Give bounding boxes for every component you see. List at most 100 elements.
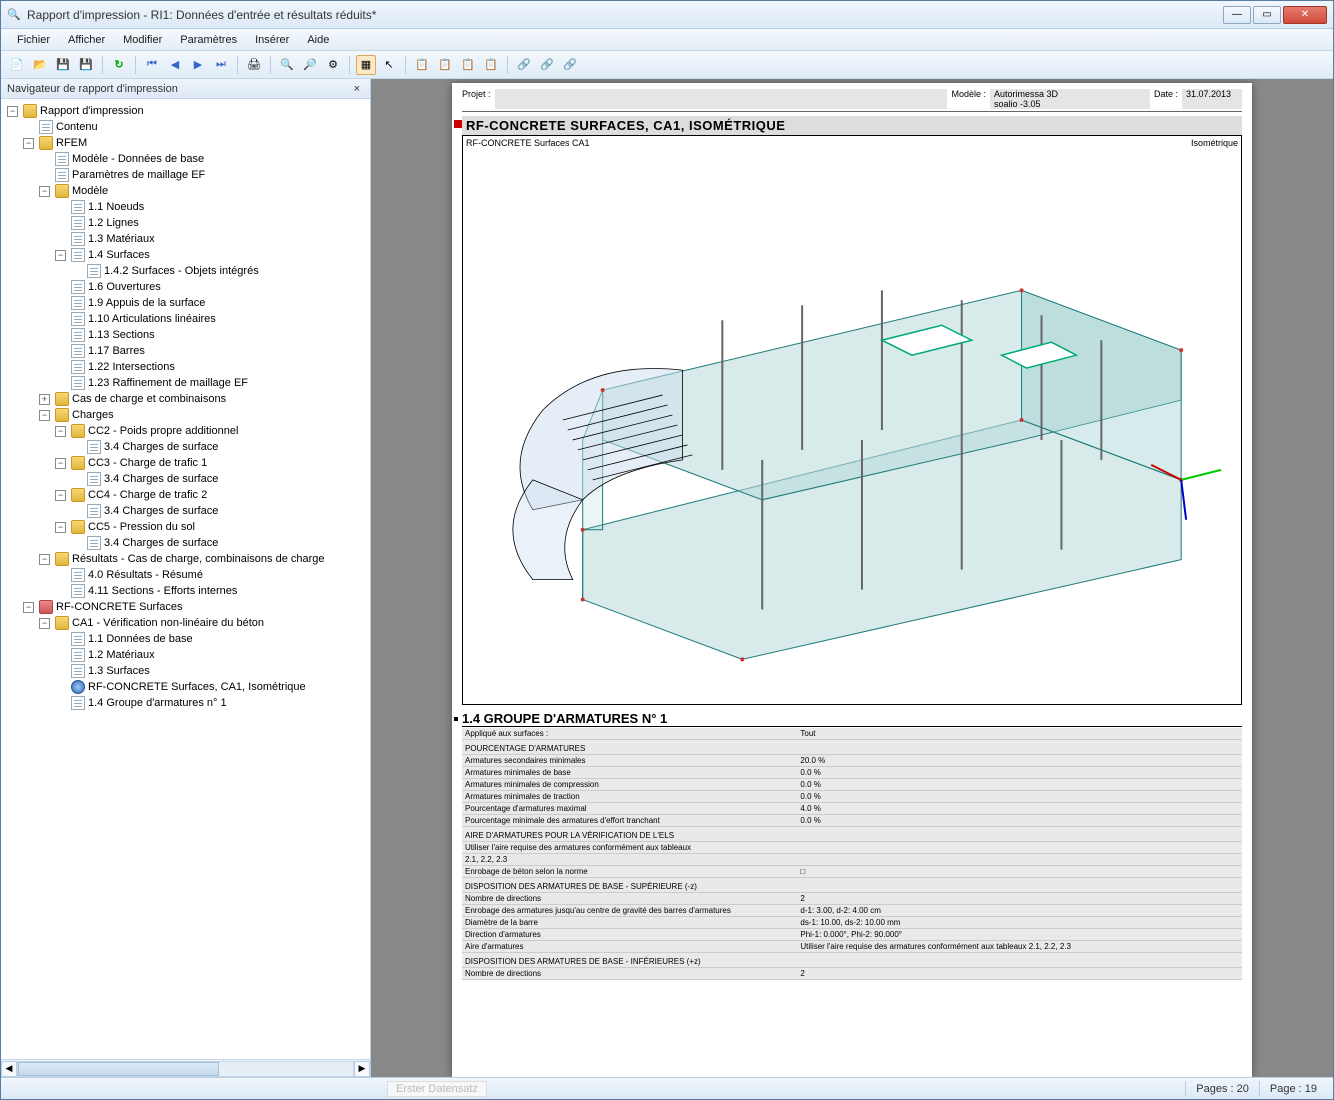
tree-res40[interactable]: 4.0 Résultats - Résumé xyxy=(53,567,368,583)
tree-resultats[interactable]: −Résultats - Cas de charge, combinaisons… xyxy=(37,551,368,567)
table-row: Nombre de directions2 xyxy=(462,968,1242,980)
scroll-right-icon[interactable]: ▶ xyxy=(354,1061,370,1077)
menu-modifier[interactable]: Modifier xyxy=(115,32,170,48)
tree-modele-base[interactable]: Modèle - Données de base xyxy=(37,151,368,167)
tree-modele[interactable]: −Modèle xyxy=(37,183,368,199)
red-marker-icon xyxy=(454,120,462,128)
nav-next-icon[interactable]: ▶ xyxy=(188,55,208,75)
tree-charges[interactable]: −Charges xyxy=(37,407,368,423)
tree-res411[interactable]: 4.11 Sections - Efforts internes xyxy=(53,583,368,599)
doc1-icon[interactable]: 📋 xyxy=(412,55,432,75)
aire-heading: AIRE D'ARMATURES POUR LA VÉRIFICATION DE… xyxy=(462,827,1242,842)
table-row: Armatures minimales de compression0.0 % xyxy=(462,779,1242,791)
titlebar: 🔍 Rapport d'impression - RI1: Données d'… xyxy=(1,1,1333,29)
saveall-icon[interactable]: 💾 xyxy=(76,55,96,75)
menu-aide[interactable]: Aide xyxy=(299,32,337,48)
statusbar: Erster Datensatz Pages : 20 Page : 19 xyxy=(1,1077,1333,1099)
tree-ca1-12[interactable]: 1.2 Matériaux xyxy=(53,647,368,663)
status-pages: Pages : 20 xyxy=(1185,1081,1259,1097)
tree-intersections[interactable]: 1.22 Intersections xyxy=(53,359,368,375)
window-title: Rapport d'impression - RI1: Données d'en… xyxy=(27,8,1223,22)
status-ghost: Erster Datensatz xyxy=(387,1081,487,1097)
app-icon: 🔍 xyxy=(7,8,21,22)
menu-afficher[interactable]: Afficher xyxy=(60,32,113,48)
link2-icon[interactable]: 🔗 xyxy=(537,55,557,75)
tree-surfaces[interactable]: −1.4 Surfaces xyxy=(53,247,368,263)
tree-cas-charge[interactable]: +Cas de charge et combinaisons xyxy=(37,391,368,407)
menu-parametres[interactable]: Paramètres xyxy=(172,32,245,48)
navigator-close-icon[interactable]: × xyxy=(350,83,364,95)
link3-icon[interactable]: 🔗 xyxy=(560,55,580,75)
table-row: Utiliser l'aire requise des armatures co… xyxy=(462,842,1242,854)
tree-rfconcrete[interactable]: −RF-CONCRETE Surfaces xyxy=(21,599,368,615)
refresh-icon[interactable]: ↻ xyxy=(109,55,129,75)
tree-ca1-14[interactable]: 1.4 Groupe d'armatures n° 1 xyxy=(53,695,368,711)
app-window: 🔍 Rapport d'impression - RI1: Données d'… xyxy=(0,0,1334,1100)
maximize-button[interactable]: ▭ xyxy=(1253,6,1281,24)
nav-prev-icon[interactable]: ◀ xyxy=(165,55,185,75)
select-mode-icon[interactable]: ▦ xyxy=(356,55,376,75)
tree-cc5[interactable]: −CC5 - Pression du sol xyxy=(53,519,368,535)
page-header: Projet : Modèle : Autorimessa 3D soalio … xyxy=(462,89,1242,112)
tree-ca1[interactable]: −CA1 - Vérification non-linéaire du béto… xyxy=(37,615,368,631)
tree-ca1-11[interactable]: 1.1 Données de base xyxy=(53,631,368,647)
tree-ca1-iso[interactable]: RF-CONCRETE Surfaces, CA1, Isométrique xyxy=(53,679,368,695)
tree-cc4[interactable]: −CC4 - Charge de trafic 2 xyxy=(53,487,368,503)
tree-cc2-34[interactable]: 3.4 Charges de surface xyxy=(69,439,368,455)
table-row: Armatures minimales de base0.0 % xyxy=(462,767,1242,779)
tree-cc3-34[interactable]: 3.4 Charges de surface xyxy=(69,471,368,487)
tree-sections[interactable]: 1.13 Sections xyxy=(53,327,368,343)
table-row: Enrobage de béton selon la norme□ xyxy=(462,866,1242,878)
tree-lignes[interactable]: 1.2 Lignes xyxy=(53,215,368,231)
scroll-thumb[interactable] xyxy=(18,1062,219,1076)
nav-last-icon[interactable]: ⏭ xyxy=(211,55,231,75)
projet-value xyxy=(495,89,948,109)
menu-fichier[interactable]: Fichier xyxy=(9,32,58,48)
save-icon[interactable]: 💾 xyxy=(53,55,73,75)
cursor-icon[interactable]: ↖ xyxy=(379,55,399,75)
preview-area[interactable]: Projet : Modèle : Autorimessa 3D soalio … xyxy=(371,79,1333,1077)
tree-cc2[interactable]: −CC2 - Poids propre additionnel xyxy=(53,423,368,439)
open-icon[interactable]: 📂 xyxy=(30,55,50,75)
table-row: Pourcentage minimale des armatures d'eff… xyxy=(462,815,1242,827)
pct-heading: POURCENTAGE D'ARMATURES xyxy=(462,740,1242,755)
tree-cc5-34[interactable]: 3.4 Charges de surface xyxy=(69,535,368,551)
zoom-icon[interactable]: 🔎 xyxy=(300,55,320,75)
link1-icon[interactable]: 🔗 xyxy=(514,55,534,75)
doc3-icon[interactable]: 📋 xyxy=(458,55,478,75)
table-row: Armatures secondaires minimales20.0 % xyxy=(462,755,1242,767)
nav-first-icon[interactable]: ⏮ xyxy=(142,55,162,75)
scroll-left-icon[interactable]: ◀ xyxy=(1,1061,17,1077)
tree-ouvertures[interactable]: 1.6 Ouvertures xyxy=(53,279,368,295)
tree-appuis[interactable]: 1.9 Appuis de la surface xyxy=(53,295,368,311)
scroll-track[interactable] xyxy=(17,1061,354,1077)
applique-key: Appliqué aux surfaces : xyxy=(462,728,797,740)
tree-cc4-34[interactable]: 3.4 Charges de surface xyxy=(69,503,368,519)
armatures-table: Appliqué aux surfaces :Tout POURCENTAGE … xyxy=(462,728,1242,980)
tree-raffinement[interactable]: 1.23 Raffinement de maillage EF xyxy=(53,375,368,391)
tree-materiaux[interactable]: 1.3 Matériaux xyxy=(53,231,368,247)
tree-barres[interactable]: 1.17 Barres xyxy=(53,343,368,359)
tree-noeuds[interactable]: 1.1 Noeuds xyxy=(53,199,368,215)
find-icon[interactable]: 🔍 xyxy=(277,55,297,75)
table-row: Aire d'armaturesUtiliser l'aire requise … xyxy=(462,941,1242,953)
tree-rfem[interactable]: −RFEM xyxy=(21,135,368,151)
close-button[interactable]: ✕ xyxy=(1283,6,1327,24)
menu-inserer[interactable]: Insérer xyxy=(247,32,297,48)
minimize-button[interactable]: — xyxy=(1223,6,1251,24)
settings-icon[interactable]: ⚙ xyxy=(323,55,343,75)
tree-cc3[interactable]: −CC3 - Charge de trafic 1 xyxy=(53,455,368,471)
isometric-view: RF-CONCRETE Surfaces CA1 Isométrique xyxy=(462,135,1242,705)
new-icon[interactable]: 📄 xyxy=(7,55,27,75)
nav-hscroll[interactable]: ◀ ▶ xyxy=(1,1059,370,1077)
tree-articulations[interactable]: 1.10 Articulations linéaires xyxy=(53,311,368,327)
tree-ca1-13[interactable]: 1.3 Surfaces xyxy=(53,663,368,679)
print-icon[interactable]: 🖨 xyxy=(244,55,264,75)
doc2-icon[interactable]: 📋 xyxy=(435,55,455,75)
tree-root[interactable]: −Rapport d'impression xyxy=(5,103,368,119)
tree-param-maillage[interactable]: Paramètres de maillage EF xyxy=(37,167,368,183)
tree-surfaces-obj[interactable]: 1.4.2 Surfaces - Objets intégrés xyxy=(69,263,368,279)
tree-contenu[interactable]: Contenu xyxy=(21,119,368,135)
tree[interactable]: −Rapport d'impression Contenu −RFEM Modè… xyxy=(1,99,370,1059)
doc4-icon[interactable]: 📋 xyxy=(481,55,501,75)
